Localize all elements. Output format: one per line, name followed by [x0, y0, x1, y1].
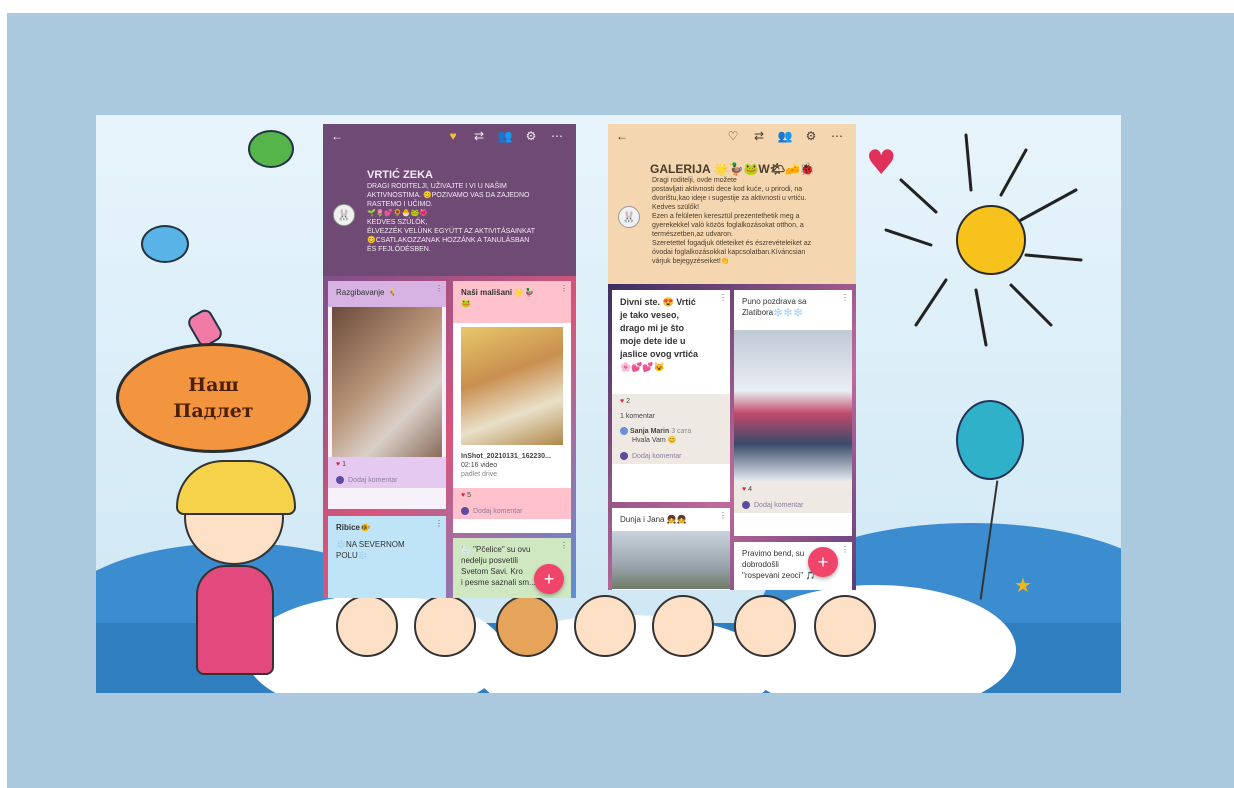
- post-title: Naši mališani 🌟🦆 🐸: [453, 281, 571, 323]
- padlet-header: ← ♥ ⇄ 👥 ⚙ ⋯ 🐰 VRTIĆ ZEKA DRAGI RODITELJI…: [323, 124, 576, 276]
- rabbit-avatar-icon: 🐰: [333, 204, 355, 226]
- post-menu-icon[interactable]: ⋮: [841, 293, 849, 302]
- post-card[interactable]: Naši mališani 🌟🦆 🐸 ⋮ InShot_20210131_162…: [453, 281, 571, 533]
- padlet-screenshot-galerija: ← ♡ ⇄ 👥 ⚙ ⋯ 🐰 GALERIJA 🌟🦆🐸W🌤🧀🐞 Dragi rod…: [608, 124, 856, 590]
- comment-text: Hvala Vam 😊: [632, 437, 677, 444]
- add-comment-link[interactable]: Dodaj komentar: [328, 472, 446, 488]
- gear-icon[interactable]: ⚙: [520, 129, 542, 143]
- padlet-board: Divni ste. 😍 Vrtić je tako veseo, drago …: [608, 284, 856, 590]
- post-title: Divni ste. 😍 Vrtić je tako veseo, drago …: [620, 297, 699, 372]
- padlet-toolbar: ← ♡ ⇄ 👥 ⚙ ⋯: [608, 124, 856, 148]
- sticker-icon: [248, 130, 294, 168]
- post-card[interactable]: Divni ste. 😍 Vrtić je tako veseo, drago …: [612, 290, 730, 502]
- padlet-title: GALERIJA 🌟🦆🐸W🌤🧀🐞: [650, 162, 815, 176]
- padlet-description: Dragi roditelji, ovde možete postavljati…: [652, 177, 812, 265]
- padlet-toolbar: ← ♥ ⇄ 👥 ⚙ ⋯: [323, 124, 576, 148]
- commenter-name: Sanja Marin: [629, 428, 670, 435]
- post-menu-icon[interactable]: ⋮: [560, 541, 568, 550]
- padlet-board: Razgibavanje 🤸 ⋮ ♥ 1 Dodaj komentar Naši…: [323, 276, 576, 598]
- padlet-title: VRTIĆ ZEKA: [367, 169, 433, 181]
- post-likes[interactable]: ♥ 4: [734, 482, 852, 497]
- bubble-line-2: Падлет: [173, 400, 254, 422]
- post-menu-icon[interactable]: ⋮: [719, 511, 727, 520]
- more-icon[interactable]: ⋯: [546, 129, 568, 143]
- post-card[interactable]: Ribice🐠 ⋮ ❄️NA SEVERNOM POLU❄️: [328, 516, 446, 598]
- more-icon[interactable]: ⋯: [826, 129, 848, 143]
- file-duration: 02:16 video: [461, 462, 498, 469]
- file-name: InShot_20210131_162230...: [461, 453, 551, 460]
- back-arrow-icon[interactable]: ←: [331, 129, 343, 143]
- post-card[interactable]: Dunja i Jana 👧👧 ⋮: [612, 508, 730, 590]
- add-post-button[interactable]: +: [534, 564, 564, 594]
- post-likes[interactable]: ♥ 1: [328, 457, 446, 472]
- balloon-icon: [956, 400, 1024, 480]
- kid-face-icon: [652, 595, 714, 657]
- sticker-icon: [141, 225, 189, 263]
- comments-count[interactable]: 1 komentar: [612, 409, 730, 424]
- padlet-screenshot-vrtic-zeka: ← ♥ ⇄ 👥 ⚙ ⋯ 🐰 VRTIĆ ZEKA DRAGI RODITELJI…: [323, 124, 576, 598]
- post-file-info[interactable]: InShot_20210131_162230... 02:16 video pa…: [453, 449, 571, 482]
- post-menu-icon[interactable]: ⋮: [435, 519, 443, 528]
- kid-face-icon: [336, 595, 398, 657]
- post-menu-icon[interactable]: ⋮: [560, 284, 568, 293]
- heart-outline-icon[interactable]: ♡: [722, 129, 744, 143]
- kid-face-icon: [414, 595, 476, 657]
- post-card[interactable]: Puno pozdrava sa Zlatibora❄️❄️❄️ ⋮ ♥ 4 D…: [734, 290, 852, 536]
- post-body: ❄️NA SEVERNOM POLU❄️: [336, 540, 405, 560]
- post-likes[interactable]: ♥ 2: [612, 394, 730, 409]
- bubble-line-1: Наш: [188, 374, 239, 396]
- post-menu-icon[interactable]: ⋮: [435, 284, 443, 293]
- comment-item: Sanja Marin 3 сата Hvala Vam 😊: [612, 424, 730, 448]
- post-photo[interactable]: [734, 330, 852, 482]
- share-icon[interactable]: 👥: [774, 129, 796, 143]
- girl-illustration-body: [196, 565, 274, 675]
- star-icon: ★: [1014, 573, 1032, 597]
- post-video-thumbnail[interactable]: [461, 327, 563, 445]
- sun-icon: [956, 205, 1026, 275]
- add-comment-link[interactable]: Dodaj komentar: [453, 503, 571, 519]
- share-icon[interactable]: 👥: [494, 129, 516, 143]
- girl-illustration-hair: [176, 460, 296, 515]
- post-title: Ribice🐠: [336, 523, 370, 532]
- post-menu-icon[interactable]: ⋮: [719, 293, 727, 302]
- post-menu-icon[interactable]: ⋮: [841, 545, 849, 554]
- comment-time: 3 сата: [671, 428, 692, 435]
- kids-illustration: [336, 595, 896, 665]
- rabbit-avatar-icon: 🐰: [618, 206, 640, 228]
- repost-icon[interactable]: ⇄: [468, 129, 490, 143]
- post-photo[interactable]: [332, 307, 442, 457]
- post-photo[interactable]: [612, 531, 730, 589]
- kid-face-icon: [574, 595, 636, 657]
- heart-icon: ♥: [866, 143, 897, 183]
- post-title: Razgibavanje 🤸: [328, 281, 446, 307]
- post-card[interactable]: Razgibavanje 🤸 ⋮ ♥ 1 Dodaj komentar: [328, 281, 446, 509]
- file-source: padlet drive: [461, 471, 498, 478]
- gear-icon[interactable]: ⚙: [800, 129, 822, 143]
- cat-face-icon: [496, 595, 558, 657]
- kid-face-icon: [734, 595, 796, 657]
- post-title: Dunja i Jana 👧👧: [620, 515, 687, 524]
- speech-bubble: Наш Падлет: [116, 343, 311, 453]
- heart-icon[interactable]: ♥: [442, 129, 464, 143]
- padlet-header: ← ♡ ⇄ 👥 ⚙ ⋯ 🐰 GALERIJA 🌟🦆🐸W🌤🧀🐞 Dragi rod…: [608, 124, 856, 284]
- add-comment-link[interactable]: Dodaj komentar: [734, 497, 852, 513]
- add-post-button[interactable]: +: [808, 547, 838, 577]
- add-comment-link[interactable]: Dodaj komentar: [612, 448, 730, 464]
- back-arrow-icon[interactable]: ←: [616, 129, 628, 143]
- post-likes[interactable]: ♥ 5: [453, 488, 571, 503]
- repost-icon[interactable]: ⇄: [748, 129, 770, 143]
- post-title: Puno pozdrava sa Zlatibora❄️❄️❄️: [742, 297, 807, 317]
- slide-scene: ♥ ★ Наш Падлет ← ♥ ⇄ 👥 ⚙ ⋯ 🐰 VRTIĆ ZEKA …: [96, 115, 1121, 693]
- kid-face-icon: [814, 595, 876, 657]
- padlet-description: DRAGI RODITELJI, UŽIVAJTE I VI U NAŠIM A…: [367, 183, 536, 253]
